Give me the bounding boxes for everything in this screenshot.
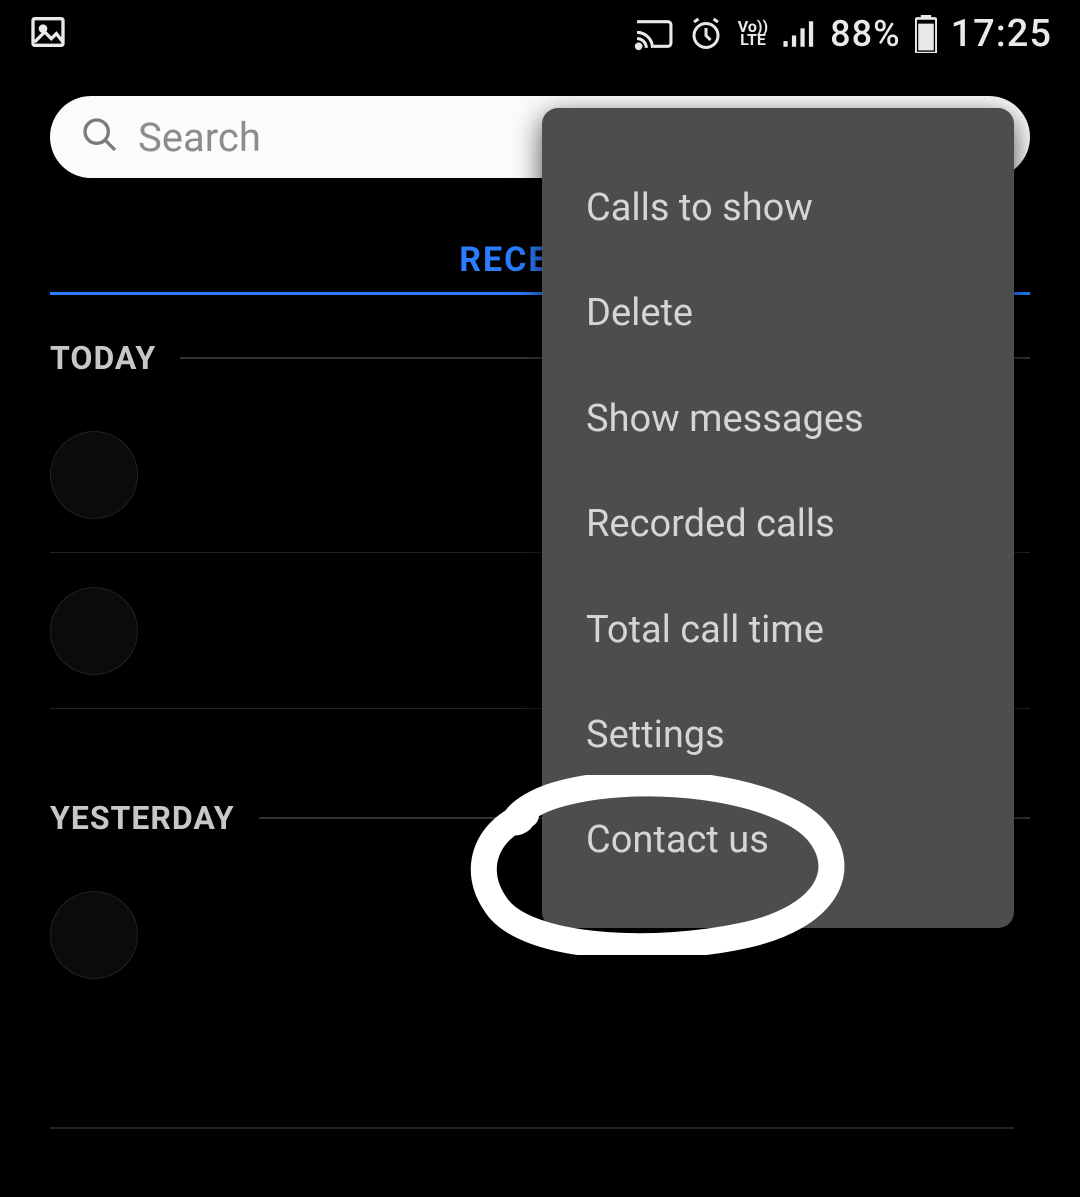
avatar <box>50 891 138 979</box>
status-bar: Vo)) LTE 88% 17:25 <box>0 0 1080 68</box>
menu-total-call-time[interactable]: Total call time <box>542 578 1014 683</box>
menu-show-messages[interactable]: Show messages <box>542 367 1014 472</box>
search-icon <box>80 115 120 159</box>
signal-icon <box>782 19 816 49</box>
avatar <box>50 431 138 519</box>
overflow-menu: Calls to show Delete Show messages Recor… <box>542 108 1014 928</box>
cast-icon <box>634 17 674 51</box>
volte-icon: Vo)) LTE <box>738 21 768 47</box>
image-notification-icon <box>28 12 68 56</box>
menu-delete[interactable]: Delete <box>542 261 1014 366</box>
avatar <box>50 587 138 675</box>
menu-settings[interactable]: Settings <box>542 683 1014 788</box>
menu-recorded-calls[interactable]: Recorded calls <box>542 472 1014 577</box>
today-label: TODAY <box>50 339 156 377</box>
alarm-icon <box>688 16 724 52</box>
clock: 17:25 <box>951 12 1052 56</box>
yesterday-label: YESTERDAY <box>50 799 235 837</box>
status-right: Vo)) LTE 88% 17:25 <box>634 12 1052 56</box>
menu-contact-us[interactable]: Contact us <box>542 788 1014 893</box>
status-left <box>28 12 634 56</box>
divider <box>50 1127 1014 1129</box>
volte-bottom: LTE <box>740 34 766 47</box>
battery-percentage: 88% <box>830 13 900 55</box>
battery-icon <box>915 15 937 53</box>
menu-calls-to-show[interactable]: Calls to show <box>542 156 1014 261</box>
